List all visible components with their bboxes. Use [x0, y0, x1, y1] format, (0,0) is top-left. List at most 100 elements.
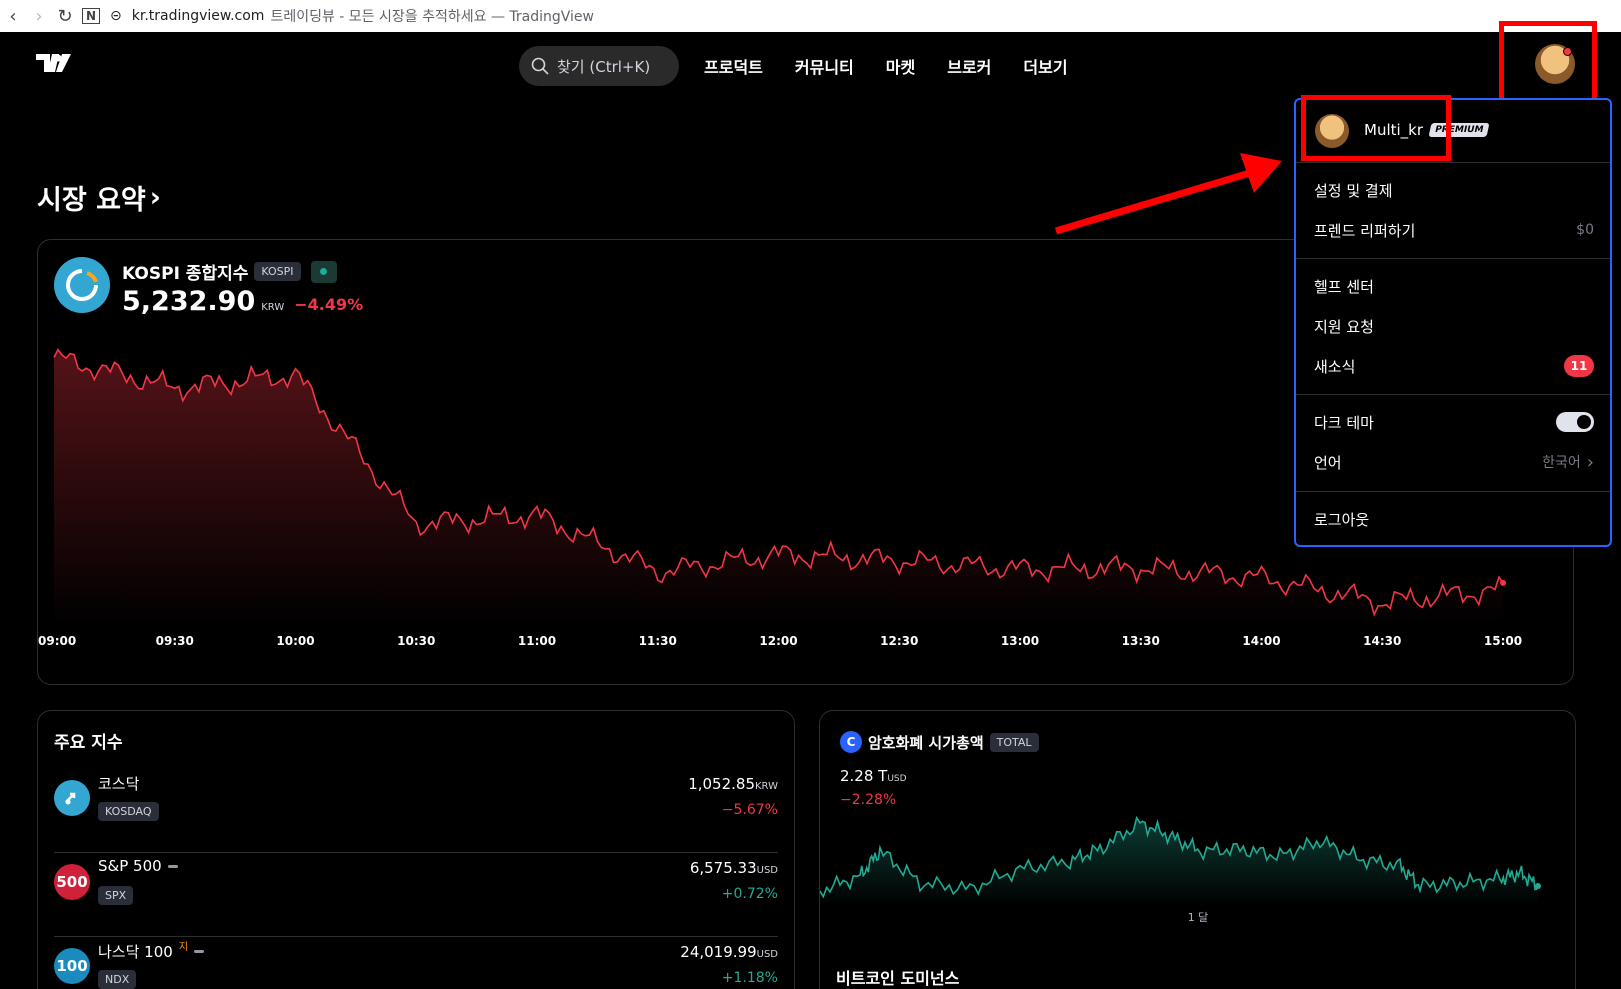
user-menu-dropdown: Multi_kr PREMIUM 설정 및 결제 프렌드 리퍼하기 $0 헬프 …: [1294, 98, 1612, 547]
referral-balance: $0: [1576, 222, 1594, 238]
forward-icon[interactable]: ›: [26, 3, 52, 29]
major-indices-card: 주요 지수 코스닥 KOSDAQ 1,052.85KRW −5.67% 500 S&P 5…: [37, 710, 795, 989]
nav-link-community[interactable]: 커뮤니티: [795, 54, 854, 78]
menu-item-settings-billing[interactable]: 설정 및 결제: [1314, 175, 1594, 205]
search-button[interactable]: 찾기 (Ctrl+K): [519, 46, 679, 86]
kospi-area-fill: [54, 349, 1503, 625]
menu-item-support-request[interactable]: 지원 요청: [1314, 311, 1594, 341]
menu-item-label: 지원 요청: [1314, 317, 1374, 336]
annotation-box-username: [1301, 95, 1451, 161]
index-row-currency: KRW: [755, 781, 778, 792]
index-title: KOSPI 종합지수 KOSPI: [122, 259, 337, 284]
news-count-badge: 11: [1564, 355, 1594, 377]
menu-item-language[interactable]: 언어 한국어 ›: [1314, 447, 1594, 477]
x-tick-label: 14:30: [1363, 634, 1401, 648]
annotation-box-avatar: [1499, 21, 1597, 106]
ticker-badge: KOSPI: [254, 262, 301, 281]
menu-item-help-center[interactable]: 헬프 센터: [1314, 271, 1594, 301]
market-closed-icon: [194, 950, 205, 953]
nav-link-products[interactable]: 프로덕트: [704, 54, 763, 78]
index-row-currency: USD: [756, 949, 778, 960]
crypto-market-cap-card[interactable]: 1 달 C 암호화폐 시가총액 TOTAL 2.28 TUSD −2.28% 비…: [819, 710, 1576, 989]
menu-item-label: 로그아웃: [1314, 510, 1370, 529]
x-tick-label: 09:00: [38, 634, 76, 648]
x-tick-label: 14:00: [1242, 634, 1280, 648]
page-tab-title: 트레이딩뷰 - 모든 시장을 추적하세요 — TradingView: [270, 9, 594, 25]
index-icon-text: 100: [56, 957, 88, 975]
chevron-right-icon: ›: [149, 182, 161, 213]
index-row-change: +0.72%: [721, 886, 778, 902]
crypto-area-fill: [820, 817, 1538, 906]
index-row-ticker: SPX: [98, 886, 134, 905]
index-row-price-value: 24,019.99: [680, 943, 757, 961]
annotation-arrow: [1054, 153, 1282, 235]
menu-item-dark-theme[interactable]: 다크 테마: [1314, 407, 1594, 437]
index-row-change: +1.18%: [721, 970, 778, 986]
kospi-logo-icon: [54, 257, 110, 313]
crypto-period-label: 1 달: [1188, 911, 1209, 924]
index-icon-text: 500: [56, 873, 88, 891]
crypto-title-text: 암호화폐 시가총액: [868, 733, 984, 752]
menu-item-logout[interactable]: 로그아웃: [1314, 504, 1594, 534]
delayed-data-marker: 지: [178, 942, 189, 953]
page-title[interactable]: 시장 요약 ›: [37, 178, 161, 217]
index-name: KOSPI 종합지수: [122, 264, 249, 284]
index-row[interactable]: 100 나스닥 100 지 NDX 24,019.99USD +1.18%: [54, 937, 778, 989]
x-tick-label: 11:30: [639, 634, 677, 648]
x-tick-label: 15:00: [1484, 634, 1522, 648]
nav-link-markets[interactable]: 마켓: [886, 54, 915, 78]
index-row-name-text: 코스닥: [98, 775, 140, 793]
index-change: −4.49%: [294, 295, 364, 314]
browser-toolbar: ‹ › ↻ N ⊝ kr.tradingview.com 트레이딩뷰 - 모든 …: [0, 0, 1621, 32]
x-tick-label: 10:00: [276, 634, 314, 648]
x-tick-label: 12:30: [880, 634, 918, 648]
index-row[interactable]: 500 S&P 500 SPX 6,575.33USD +0.72%: [54, 853, 778, 937]
x-tick-label: 12:00: [759, 634, 797, 648]
page-title-text: 시장 요약: [37, 185, 146, 216]
index-row-ticker: KOSDAQ: [98, 802, 159, 821]
tradingview-logo-icon[interactable]: [36, 54, 72, 76]
menu-divider: [1296, 258, 1610, 259]
index-currency: KRW: [261, 302, 285, 313]
reload-icon[interactable]: ↻: [52, 3, 78, 29]
x-tick-label: 11:00: [518, 634, 556, 648]
index-row-currency: USD: [756, 865, 778, 876]
back-icon[interactable]: ‹: [0, 3, 26, 29]
menu-item-refer-friend[interactable]: 프렌드 리퍼하기 $0: [1314, 215, 1594, 245]
index-logo-icon: 500: [54, 864, 90, 900]
x-tick-label: 13:30: [1122, 634, 1160, 648]
x-tick-label: 13:00: [1001, 634, 1039, 648]
index-row-name-text: 나스닥 100: [98, 943, 173, 961]
index-row-change: −5.67%: [721, 802, 778, 818]
index-row-price: 1,052.85KRW: [688, 775, 778, 793]
bitcoin-dominance-title[interactable]: 비트코인 도미넌스: [836, 965, 959, 989]
market-closed-icon: [167, 864, 178, 868]
index-row-price: 24,019.99USD: [680, 943, 778, 961]
crypto-title: C 암호화폐 시가총액 TOTAL: [840, 731, 1039, 753]
nav-link-more[interactable]: 더보기: [1023, 54, 1067, 78]
top-navigation: 찾기 (Ctrl+K) 프로덕트 커뮤니티 마켓 브로커 더보기: [0, 32, 1621, 100]
extension-icon[interactable]: N: [78, 3, 104, 29]
menu-item-label: 언어: [1314, 453, 1342, 472]
index-row[interactable]: 코스닥 KOSDAQ 1,052.85KRW −5.67%: [54, 769, 778, 853]
site-info-icon[interactable]: ⊝: [110, 8, 122, 24]
menu-item-whats-new[interactable]: 새소식 11: [1314, 351, 1594, 381]
crypto-currency: USD: [887, 774, 907, 784]
x-tick-label: 10:30: [397, 634, 435, 648]
index-row-name: 코스닥: [98, 773, 139, 794]
section-title[interactable]: 주요 지수: [54, 728, 122, 753]
menu-divider: [1296, 162, 1610, 163]
crypto-last-point: [1535, 883, 1541, 889]
index-price: 5,232.90: [122, 286, 256, 317]
chevron-right-icon: ›: [1586, 451, 1594, 473]
address-bar[interactable]: ⊝ kr.tradingview.com 트레이딩뷰 - 모든 시장을 추적하세…: [110, 6, 594, 26]
menu-item-label: 헬프 센터: [1314, 277, 1374, 296]
kospi-last-point: [1500, 579, 1506, 586]
dark-theme-toggle[interactable]: [1556, 412, 1594, 432]
main-menu: 프로덕트 커뮤니티 마켓 브로커 더보기: [704, 54, 1068, 78]
menu-item-label: 새소식: [1314, 357, 1356, 376]
x-tick-label: 09:30: [156, 634, 194, 648]
nav-link-brokers[interactable]: 브로커: [947, 54, 991, 78]
search-icon: [531, 57, 549, 75]
crypto-total-icon: C: [840, 731, 862, 753]
